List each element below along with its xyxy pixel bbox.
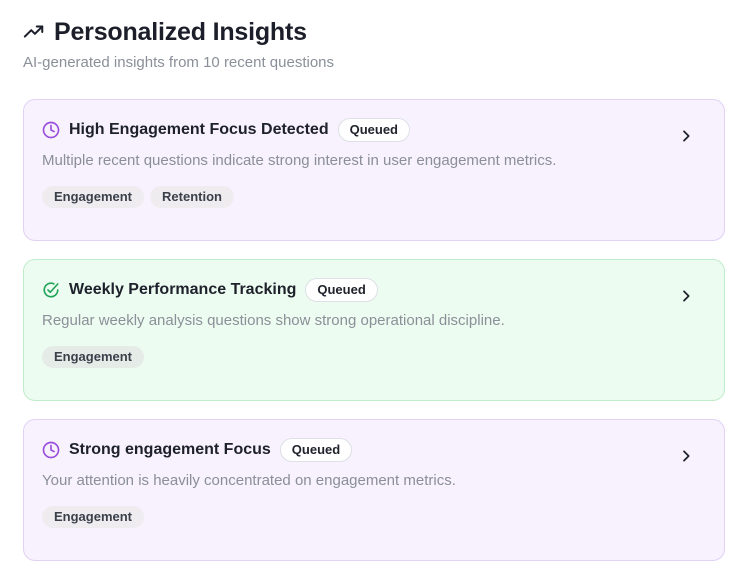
insight-card[interactable]: Weekly Performance Tracking Queued Regul…	[23, 259, 725, 401]
insight-description: Multiple recent questions indicate stron…	[42, 152, 557, 169]
page-title: Personalized Insights	[54, 17, 307, 46]
clock-icon	[42, 441, 60, 459]
chevron-right-icon[interactable]	[678, 448, 694, 464]
page-subtitle: AI-generated insights from 10 recent que…	[23, 54, 335, 71]
insight-title: High Engagement Focus Detected	[69, 121, 329, 138]
insight-card[interactable]: High Engagement Focus Detected Queued Mu…	[23, 99, 725, 241]
check-circle-icon	[42, 281, 60, 299]
tag: Engagement	[42, 506, 145, 528]
tag-list: Engagement Retention	[42, 186, 240, 208]
clock-icon	[42, 121, 60, 139]
tag: Retention	[150, 186, 234, 208]
chevron-right-icon[interactable]	[678, 288, 694, 304]
insight-description: Regular weekly analysis questions show s…	[42, 312, 505, 329]
insight-card[interactable]: Strong engagement Focus Queued Your atte…	[23, 419, 725, 561]
title-row: Personalized Insights	[23, 16, 723, 48]
status-badge: Queued	[305, 278, 378, 302]
tag: Engagement	[42, 186, 145, 208]
tag: Engagement	[42, 346, 145, 368]
insight-card-header: High Engagement Focus Detected Queued	[42, 118, 410, 142]
tag-list: Engagement	[42, 346, 150, 368]
trending-up-icon	[23, 21, 45, 43]
chevron-right-icon[interactable]	[678, 128, 694, 144]
insight-description: Your attention is heavily concentrated o…	[42, 472, 456, 489]
insights-header: Personalized Insights AI-generated insig…	[23, 16, 723, 72]
insight-card-header: Strong engagement Focus Queued	[42, 438, 353, 462]
insight-title: Weekly Performance Tracking	[69, 281, 297, 298]
status-badge: Queued	[279, 438, 353, 462]
insight-title: Strong engagement Focus	[69, 441, 271, 458]
status-badge: Queued	[337, 118, 410, 142]
insight-card-header: Weekly Performance Tracking Queued	[42, 278, 378, 302]
tag-list: Engagement	[42, 506, 150, 528]
